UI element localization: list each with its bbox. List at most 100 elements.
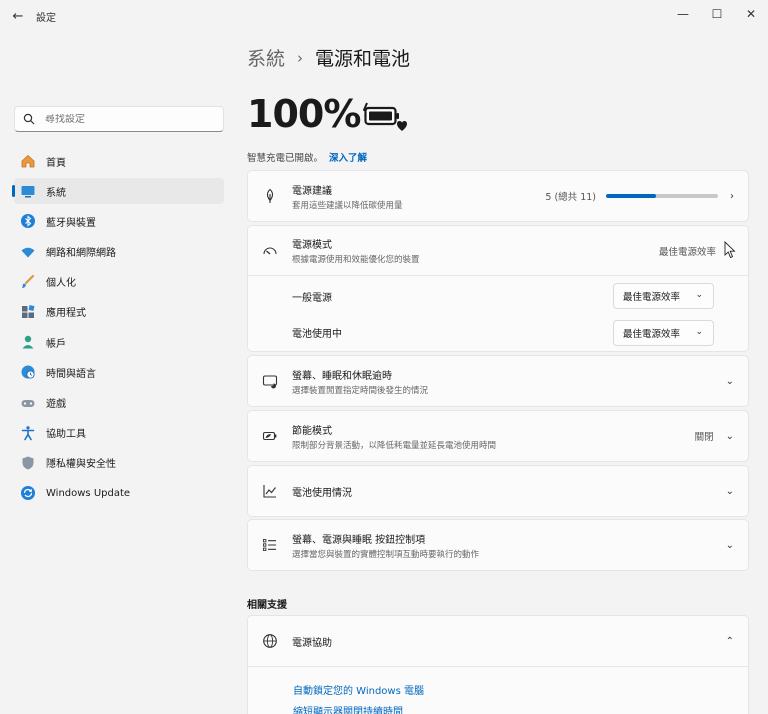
recommendations-progress	[606, 194, 718, 198]
gauge-icon	[248, 243, 292, 259]
learn-more-link[interactable]: 深入了解	[329, 153, 367, 164]
card-title: 節能模式	[292, 425, 332, 437]
arrow-left-icon: ←	[12, 8, 24, 24]
card-title: 螢幕、睡眠和休眠逾時	[292, 370, 392, 382]
chart-icon	[248, 483, 292, 499]
accessibility-icon	[20, 425, 36, 441]
breadcrumb: 系統 › 電源和電池	[247, 44, 410, 71]
chevron-down-icon: ⌄	[695, 290, 703, 300]
maximize-button[interactable]: ☐	[700, 0, 734, 28]
search-icon	[23, 113, 35, 125]
card-right: ⌄	[714, 486, 748, 497]
card-right: 5 (總共 11) ›	[545, 189, 748, 204]
energy-saver-card[interactable]: 節能模式 限制部分背景活動，以降低耗電量並延長電池使用時間 關閉 ⌄	[247, 410, 749, 462]
chevron-right-icon: ›	[730, 190, 734, 202]
system-icon	[20, 183, 36, 199]
card-right: ⌄	[714, 540, 748, 551]
sidebar-item-personalization[interactable]: 個人化	[14, 269, 224, 295]
card-title: 電源建議	[292, 185, 332, 197]
on-battery-label: 電池使用中	[292, 329, 342, 340]
bluetooth-icon	[20, 213, 36, 229]
window-title: 設定	[36, 12, 56, 24]
chevron-down-icon: ⌄	[695, 327, 703, 337]
maximize-icon: ☐	[711, 7, 723, 21]
help-link-auto-lock[interactable]: 自動鎖定您的 Windows 電腦	[293, 682, 424, 697]
back-button[interactable]: ←	[0, 0, 36, 32]
sidebar-item-windows-update[interactable]: Windows Update	[14, 480, 224, 506]
breadcrumb-parent[interactable]: 系統	[247, 44, 285, 71]
screen-sleep-card[interactable]: 螢幕、睡眠和休眠逾時 選擇裝置閒置指定時間後發生的情況 ⌄	[247, 355, 749, 407]
sidebar-item-home[interactable]: 首頁	[14, 148, 224, 174]
sidebar-item-label: 隱私權與安全性	[46, 459, 116, 471]
battery-saver-icon	[248, 428, 292, 444]
card-title: 電源協助	[292, 637, 332, 649]
chevron-down-icon: ⌄	[725, 485, 734, 497]
leaf-icon	[248, 188, 292, 204]
card-subtitle: 套用這些建議以降低碳使用量	[292, 200, 403, 211]
sidebar-item-label: Windows Update	[46, 487, 131, 499]
sidebar-item-system[interactable]: 系統	[12, 178, 224, 205]
smart-charging-status: 智慧充電已開啟。 深入了解	[247, 150, 367, 164]
power-recommendations-card[interactable]: 電源建議 套用這些建議以降低碳使用量 5 (總共 11) ›	[247, 170, 749, 222]
sidebar-item-gaming[interactable]: 遊戲	[14, 390, 224, 416]
mouse-cursor-icon	[724, 241, 736, 259]
card-texts: 螢幕、電源與睡眠 按鈕控制項 選擇當您與裝置的實體控制項互動時要執行的動作	[292, 531, 714, 560]
sidebar-item-label: 網路和網際網路	[46, 248, 116, 260]
card-texts: 電源協助	[292, 634, 714, 649]
window-controls: — ☐ ✕	[666, 0, 768, 28]
sidebar-item-label: 個人化	[46, 278, 76, 290]
chevron-down-icon: ⌄	[725, 430, 734, 442]
apps-icon	[20, 304, 36, 320]
home-icon	[20, 153, 36, 169]
sidebar-item-label: 時間與語言	[46, 368, 96, 380]
search-input[interactable]	[45, 113, 205, 125]
sidebar-item-label: 應用程式	[46, 308, 86, 320]
card-texts: 螢幕、睡眠和休眠逾時 選擇裝置閒置指定時間後發生的情況	[292, 367, 714, 396]
related-support-heading: 相關支援	[247, 600, 287, 611]
sidebar-item-apps[interactable]: 應用程式	[14, 299, 224, 325]
shield-icon	[20, 455, 36, 471]
sidebar-nav: 首頁 系統 藍牙與裝置 網路和網際網路 個人化 應用程式 帳戶 時間與語言 遊戲…	[12, 148, 224, 510]
power-mode-card[interactable]: 電源模式 根據電源使用和效能優化您的裝置 最佳電源效率	[247, 225, 749, 276]
button-controls-card[interactable]: 螢幕、電源與睡眠 按鈕控制項 選擇當您與裝置的實體控制項互動時要執行的動作 ⌄	[247, 519, 749, 571]
chevron-up-icon: ⌃	[725, 635, 734, 647]
search-box[interactable]	[14, 106, 224, 132]
sidebar-item-accounts[interactable]: 帳戶	[14, 329, 224, 355]
card-subtitle: 限制部分背景活動，以降低耗電量並延長電池使用時間	[292, 440, 497, 451]
globe-clock-icon	[20, 364, 36, 380]
chevron-down-icon: ⌄	[725, 539, 734, 551]
recommendations-count: 5 (總共 11)	[545, 192, 596, 203]
dropdown-value: 最佳電源效率	[623, 329, 681, 340]
battery-usage-card[interactable]: 電池使用情況 ⌄	[247, 465, 749, 517]
breadcrumb-separator: ›	[297, 48, 304, 67]
sidebar-item-bluetooth[interactable]: 藍牙與裝置	[14, 208, 224, 234]
card-texts: 節能模式 限制部分背景活動，以降低耗電量並延長電池使用時間	[292, 422, 695, 451]
card-right: 關閉 ⌄	[695, 429, 748, 444]
close-button[interactable]: ✕	[734, 0, 768, 28]
plugged-in-row: 一般電源 最佳電源效率 ⌄	[247, 276, 749, 316]
power-mode-value: 最佳電源效率	[658, 246, 716, 258]
battery-percent: 100%	[247, 92, 361, 136]
card-title: 電池使用情況	[292, 487, 352, 499]
sidebar-item-network[interactable]: 網路和網際網路	[14, 239, 224, 265]
close-icon: ✕	[745, 7, 757, 21]
power-help-card[interactable]: 電源協助 ⌃	[247, 615, 749, 667]
power-help-expanded: 自動鎖定您的 Windows 電腦 縮短顯示器關閉持續時間	[247, 667, 749, 714]
on-battery-dropdown[interactable]: 最佳電源效率 ⌄	[613, 320, 714, 346]
gamepad-icon	[20, 395, 36, 411]
sidebar-item-privacy[interactable]: 隱私權與安全性	[14, 450, 224, 476]
sidebar-item-time-language[interactable]: 時間與語言	[14, 359, 224, 385]
sidebar-item-label: 系統	[46, 187, 66, 199]
card-title: 電源模式	[292, 240, 332, 251]
card-texts: 電池使用情況	[292, 484, 714, 499]
minimize-button[interactable]: —	[666, 0, 700, 28]
sidebar-item-accessibility[interactable]: 協助工具	[14, 420, 224, 446]
plugged-in-dropdown[interactable]: 最佳電源效率 ⌄	[613, 283, 714, 309]
sidebar-item-label: 藍牙與裝置	[46, 217, 96, 229]
sidebar-item-label: 遊戲	[46, 399, 66, 410]
help-link-display-off[interactable]: 縮短顯示器關閉持續時間	[293, 703, 403, 714]
sidebar-item-label: 帳戶	[46, 338, 66, 350]
screen-sleep-icon	[248, 373, 292, 389]
smart-charging-text: 智慧充電已開啟。	[247, 153, 324, 164]
card-subtitle: 根據電源使用和效能優化您的裝置	[292, 255, 420, 265]
